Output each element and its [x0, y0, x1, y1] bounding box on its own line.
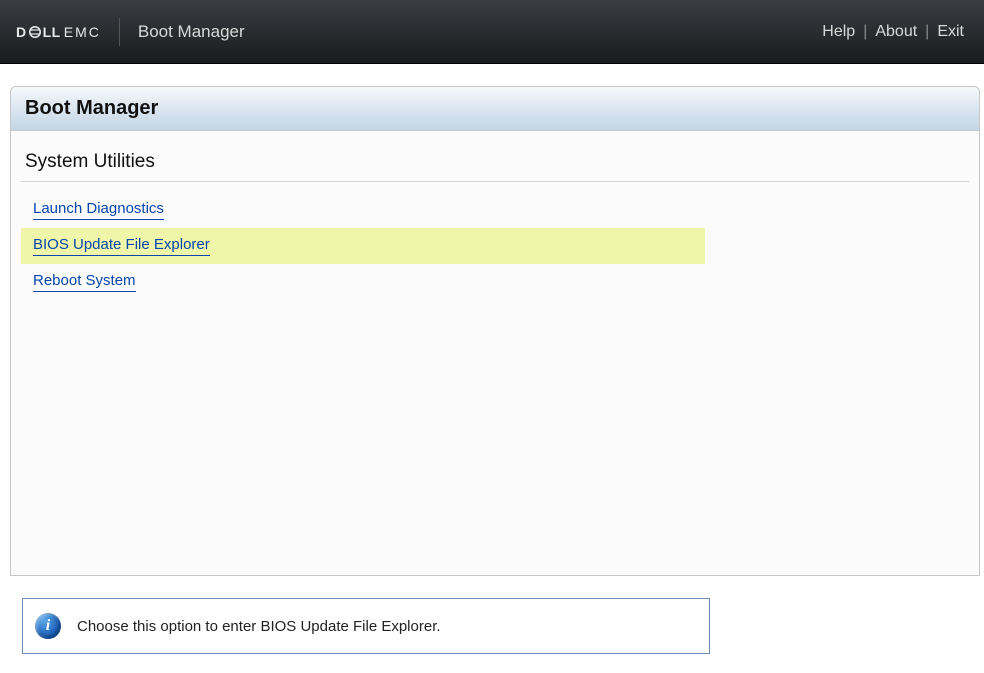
help-link[interactable]: Help: [822, 23, 855, 41]
option-label: Launch Diagnostics: [33, 200, 164, 220]
info-text: Choose this option to enter BIOS Update …: [77, 618, 441, 635]
separator: |: [925, 23, 929, 41]
panel-title: Boot Manager: [11, 87, 979, 131]
panel-body: System Utilities Launch Diagnostics BIOS…: [11, 131, 979, 300]
logo-emc: EMC: [64, 24, 101, 40]
section-title: System Utilities: [21, 145, 969, 182]
option-label: Reboot System: [33, 272, 136, 292]
top-bar: D LL EMC Boot Manager Help | About | Exi…: [0, 0, 984, 64]
option-label: BIOS Update File Explorer: [33, 236, 210, 256]
dell-emc-logo: D LL EMC: [16, 24, 101, 40]
logo-ll: LL: [43, 24, 61, 40]
divider: [119, 18, 120, 46]
option-bios-update-file-explorer[interactable]: BIOS Update File Explorer: [21, 228, 705, 264]
top-right-links: Help | About | Exit: [822, 23, 964, 41]
info-icon: i: [35, 613, 61, 639]
main-panel: Boot Manager System Utilities Launch Dia…: [10, 86, 980, 576]
separator: |: [863, 23, 867, 41]
app-title: Boot Manager: [138, 22, 245, 42]
option-reboot-system[interactable]: Reboot System: [21, 264, 705, 300]
info-box: i Choose this option to enter BIOS Updat…: [22, 598, 710, 654]
dell-globe-icon: [28, 25, 42, 39]
logo-d: D: [16, 24, 27, 40]
about-link[interactable]: About: [875, 23, 917, 41]
option-launch-diagnostics[interactable]: Launch Diagnostics: [21, 192, 705, 228]
exit-link[interactable]: Exit: [937, 23, 964, 41]
